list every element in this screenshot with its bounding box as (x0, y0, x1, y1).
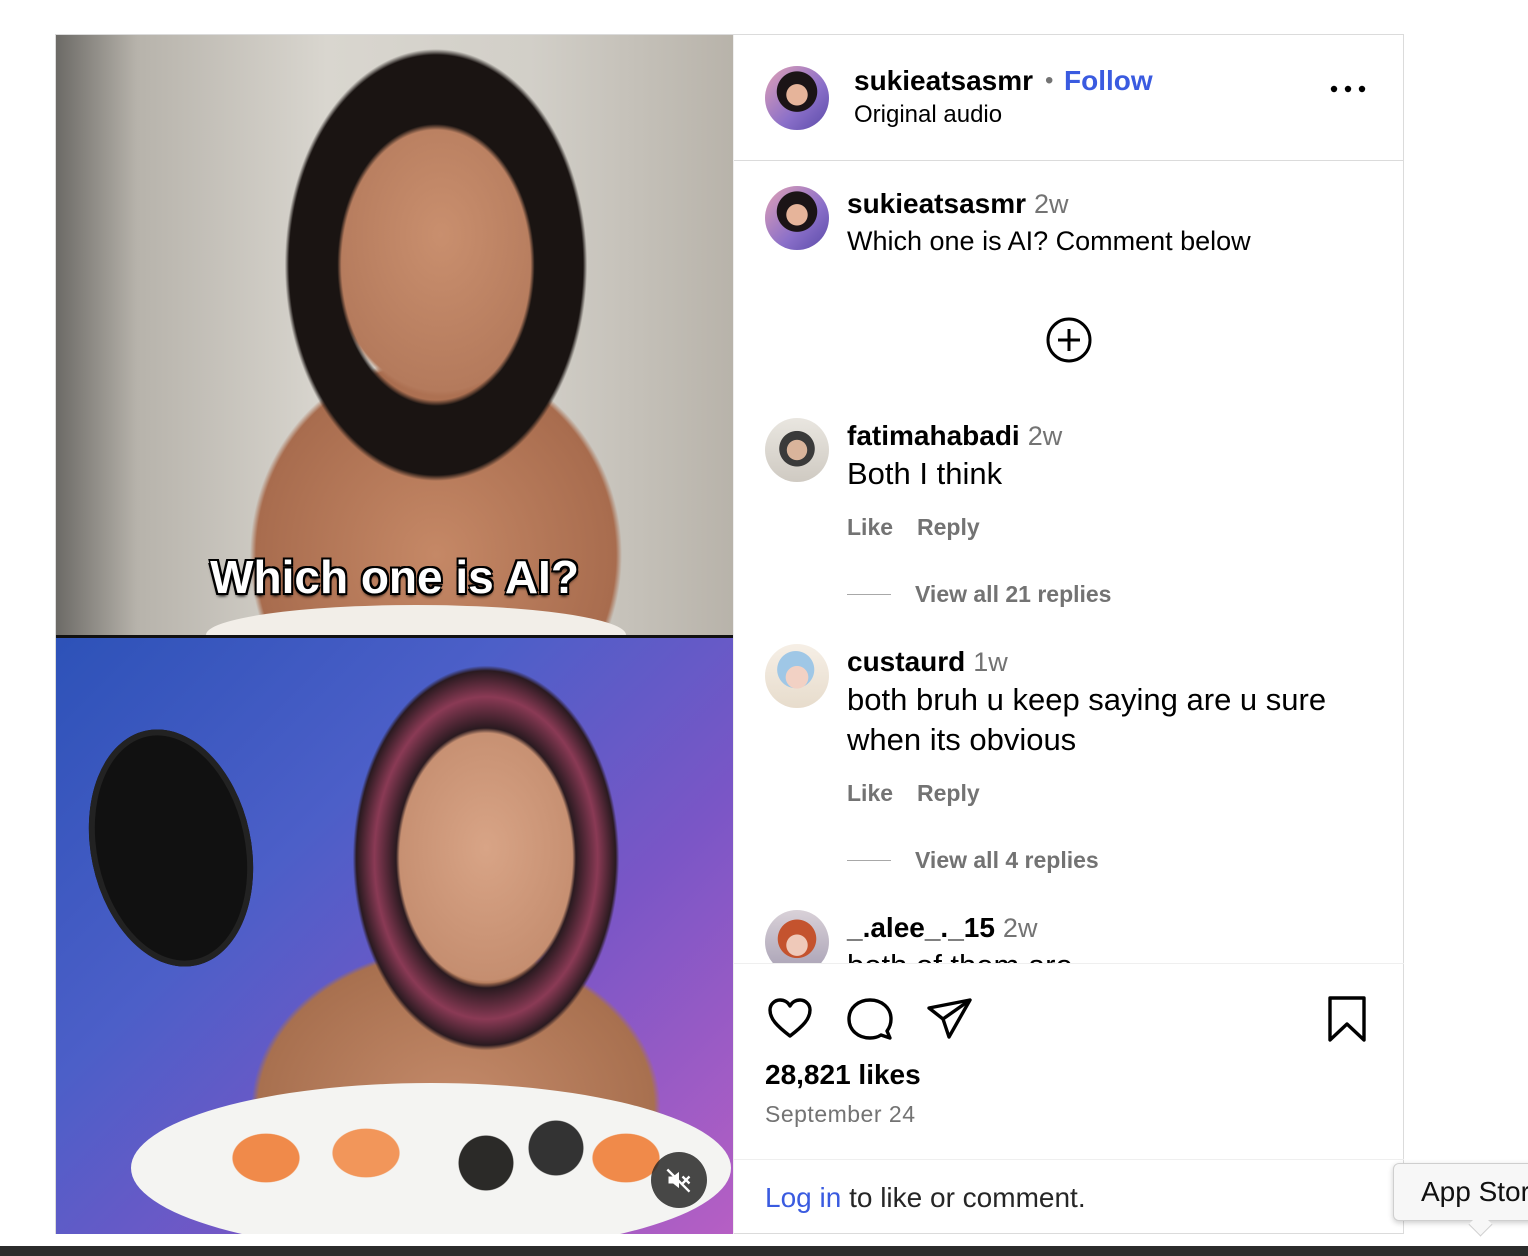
comment-author: fatimahabadi 2w (847, 420, 1062, 452)
avatar[interactable] (765, 66, 829, 130)
avatar[interactable] (765, 910, 829, 963)
avatar[interactable] (765, 418, 829, 482)
caption-username[interactable]: sukieatsasmr (847, 188, 1026, 219)
post-date: September 24 (765, 1101, 916, 1127)
post-side-panel: sukieatsasmr • Follow Original audio suk… (733, 35, 1404, 1234)
muted-speaker-icon (666, 1168, 691, 1193)
comment-actions: Like Reply (847, 514, 1004, 541)
header-separator: • (1045, 67, 1054, 94)
view-replies-label: View all 4 replies (915, 847, 1099, 873)
share-icon[interactable] (925, 994, 975, 1044)
view-replies-button[interactable]: View all 4 replies (847, 847, 1099, 874)
comment-text: Both I think (847, 456, 1003, 491)
bookmark-icon[interactable] (1322, 994, 1372, 1044)
reply-button[interactable]: Reply (917, 514, 980, 540)
post-media[interactable]: Which one is AI? (56, 35, 733, 1234)
avatar[interactable] (765, 644, 829, 708)
login-prompt: Log in to like or comment. (734, 1159, 1404, 1236)
comment-time: 2w (1002, 913, 1038, 943)
like-comment-button[interactable]: Like (847, 780, 893, 806)
window-bottom-edge (0, 1246, 1528, 1256)
comment-author: custaurd 1w (847, 646, 1008, 678)
replies-line (847, 594, 891, 595)
more-options-icon[interactable] (1329, 79, 1367, 99)
replies-line (847, 860, 891, 861)
reply-button[interactable]: Reply (917, 780, 980, 806)
comment-text: both of them are (847, 946, 1387, 963)
avatar[interactable] (765, 186, 829, 250)
comment-text: both bruh u keep saying are u sure when … (847, 682, 1327, 757)
view-replies-button[interactable]: View all 21 replies (847, 581, 1111, 608)
video-frame-top (56, 35, 733, 665)
login-link[interactable]: Log in (765, 1182, 841, 1213)
comment-author: _.alee_._15 2w (847, 912, 1037, 944)
add-circle-icon[interactable] (1045, 316, 1093, 364)
likes-count[interactable]: 28,821 likes (765, 1059, 921, 1091)
comment-time: 2w (1027, 421, 1063, 451)
caption-author: sukieatsasmr 2w (847, 188, 1069, 220)
comment-actions: Like Reply (847, 780, 1004, 807)
tooltip-text: App Store (1421, 1176, 1528, 1207)
tooltip: App Store (1393, 1163, 1528, 1237)
heart-icon[interactable] (765, 994, 815, 1044)
comments-list[interactable]: sukieatsasmr 2w Which one is AI? Comment … (734, 161, 1404, 963)
comment-time: 1w (973, 647, 1008, 677)
login-prompt-text: to like or comment. (841, 1182, 1086, 1213)
header-username[interactable]: sukieatsasmr (854, 65, 1033, 97)
post-actions-bar: 28,821 likes September 24 Log in to like… (734, 963, 1404, 1235)
mute-toggle-button[interactable] (651, 1152, 707, 1208)
caption-time: 2w (1034, 189, 1069, 219)
video-overlay-text: Which one is AI? (210, 551, 579, 603)
post-card: Which one is AI? sukieatsasmr • Follow O… (55, 34, 1404, 1234)
comment-icon[interactable] (845, 994, 895, 1044)
like-comment-button[interactable]: Like (847, 514, 893, 540)
original-audio-link[interactable]: Original audio (854, 101, 1002, 129)
post-header: sukieatsasmr • Follow Original audio (734, 35, 1404, 161)
caption-text: Which one is AI? Comment below (847, 226, 1251, 256)
comment-username[interactable]: custaurd (847, 646, 965, 677)
comment-username[interactable]: _.alee_._15 (847, 912, 995, 943)
video-frame-bottom (56, 638, 733, 1234)
view-replies-label: View all 21 replies (915, 581, 1112, 607)
follow-button[interactable]: Follow (1064, 65, 1153, 97)
tooltip-tail (1468, 1212, 1493, 1237)
comment-username[interactable]: fatimahabadi (847, 420, 1020, 451)
